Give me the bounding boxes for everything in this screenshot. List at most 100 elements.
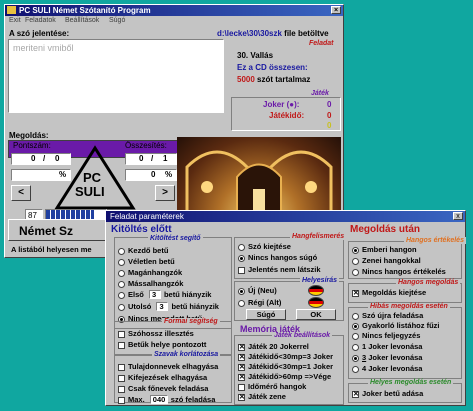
opt-jatekido-30-1[interactable]: ✕ Játékidő<30mp=1 Joker — [238, 362, 333, 371]
menu-sugo[interactable]: Súgó — [109, 17, 125, 24]
dialog-close-button[interactable]: x — [453, 212, 463, 220]
checkbox-icon[interactable] — [118, 330, 125, 338]
radio-selected-icon[interactable] — [352, 322, 359, 330]
radio-icon[interactable] — [352, 257, 359, 265]
checkbox-icon[interactable] — [118, 374, 125, 382]
radio-icon[interactable] — [352, 332, 359, 340]
jatekido-label: Játékidő: — [269, 111, 305, 120]
checkbox-icon[interactable] — [118, 363, 125, 371]
opt-regi-alt[interactable]: Régi (Alt) — [238, 298, 281, 307]
opt-utolso[interactable]: Utolsó 3 betű hiányzik — [118, 302, 219, 311]
prev-button[interactable]: < — [11, 185, 31, 201]
checkbox-icon[interactable] — [118, 385, 125, 393]
opt-label: Mássalhangzók — [128, 279, 184, 288]
opt-veletlen-betu[interactable]: Véletlen betű — [118, 257, 175, 266]
checkbox-icon[interactable] — [118, 341, 125, 349]
opt-szohossz[interactable]: Szóhossz illesztés — [118, 329, 194, 338]
opt-massalhangzok[interactable]: Mássalhangzók — [118, 279, 183, 288]
opt-nincs-feljegyzes[interactable]: Nincs feljegyzés — [352, 331, 420, 340]
opt-label: Kezdő betű — [128, 246, 169, 255]
opt-joker-3[interactable]: 3 Joker levonása — [352, 353, 422, 362]
radio-icon[interactable] — [238, 243, 245, 251]
checkbox-checked-icon[interactable]: ✕ — [238, 373, 245, 381]
radio-selected-icon[interactable] — [238, 254, 245, 262]
opt-nincs-hangos-sugo[interactable]: Nincs hangos súgó — [238, 253, 317, 262]
meaning-field[interactable]: meriteni vmiből — [8, 39, 224, 113]
radio-icon[interactable] — [238, 299, 245, 307]
checkbox-icon[interactable] — [238, 383, 245, 391]
opt-emberi-hangon[interactable]: Emberi hangon — [352, 245, 417, 254]
radio-icon[interactable] — [118, 303, 125, 311]
radio-icon[interactable] — [352, 365, 359, 373]
joker-label: Joker (●): — [263, 100, 300, 109]
radio-selected-icon[interactable] — [352, 354, 359, 362]
checkbox-checked-icon[interactable]: ✕ — [238, 363, 245, 371]
opt-max[interactable]: Max. 040 szó feladása — [118, 395, 215, 404]
main-titlebar: PC SULI Német Szótanító Program × — [5, 5, 343, 16]
radio-selected-icon[interactable] — [238, 287, 245, 295]
checkbox-checked-icon[interactable]: ✕ — [238, 343, 245, 351]
opt-csak-fonevek[interactable]: Csak főnevek feladása — [118, 384, 208, 393]
joker-num: 1 — [362, 342, 367, 351]
opt-suffix: szó feladása — [170, 395, 216, 404]
checkbox-checked-icon[interactable]: ✕ — [238, 353, 245, 361]
radio-icon[interactable] — [118, 247, 125, 255]
opt-elso[interactable]: Első 3 betű hiányzik — [118, 290, 211, 299]
opt-kifejezesek[interactable]: Kifejezések elhagyása — [118, 373, 207, 382]
col3-heading: Megoldás után — [350, 224, 421, 235]
menu-beallitasok[interactable]: Beállítások — [65, 17, 99, 24]
opt-szo-kiejtese[interactable]: Szó kiejtése — [238, 242, 291, 251]
radio-icon[interactable] — [118, 280, 125, 288]
checkbox-icon[interactable] — [238, 266, 245, 274]
menu-feladatok[interactable]: Feladatok — [25, 17, 56, 24]
radio-icon[interactable] — [118, 269, 125, 277]
radio-icon[interactable] — [352, 343, 359, 351]
opt-maganhangzok[interactable]: Magánhangzók — [118, 268, 182, 277]
opt-megoldas-kiejtese[interactable]: ✕ Megoldás kiejtése — [352, 288, 426, 297]
joker-value: 0 — [327, 100, 332, 109]
menu-exit[interactable]: Exit — [9, 17, 21, 24]
main-close-button[interactable]: × — [331, 6, 341, 14]
opt-label: Joker betű adása — [362, 389, 424, 398]
opt-jatekido-30-3[interactable]: ✕ Játékidő<30mp=3 Joker — [238, 352, 333, 361]
opt-joker-4[interactable]: 4 Joker levonása — [352, 364, 422, 373]
opt-jatek-zene[interactable]: ✕ Játék zene — [238, 392, 286, 401]
word-count: 5000 — [237, 75, 255, 84]
utolso-input[interactable]: 3 — [156, 302, 169, 311]
formai-heading: Formai segítség — [162, 318, 220, 325]
ok-button[interactable]: OK — [296, 309, 336, 320]
opt-gyakorlo-lista[interactable]: Gyakorló listához fűzi — [352, 321, 440, 330]
opt-label: Nincs hangos súgó — [248, 253, 318, 262]
radio-icon[interactable] — [118, 291, 125, 299]
checkbox-checked-icon[interactable]: ✕ — [352, 289, 359, 297]
opt-zenei-hangokkal[interactable]: Zenei hangokkal — [352, 256, 421, 265]
opt-jatek-20-joker[interactable]: ✕ Játék 20 Jokerrel — [238, 342, 309, 351]
opt-betuk-helye[interactable]: Betűk helye pontozott — [118, 340, 206, 349]
opt-label: Utolsó — [128, 302, 152, 311]
radio-icon[interactable] — [118, 258, 125, 266]
radio-icon[interactable] — [352, 268, 359, 276]
next-button[interactable]: > — [155, 185, 175, 201]
opt-jatekido-60[interactable]: ✕ Játékidő>60mp =>Vége — [238, 372, 331, 381]
checkbox-checked-icon[interactable]: ✕ — [352, 390, 359, 398]
opt-kezdo-betu[interactable]: Kezdő betű — [118, 246, 168, 255]
file-path-suffix: file betöltve — [284, 29, 329, 38]
opt-label: Nincs hangos értékelés — [362, 267, 446, 276]
elso-input[interactable]: 3 — [148, 290, 161, 299]
opt-nincs-hangos-ertekeles[interactable]: Nincs hangos értékelés — [352, 267, 446, 276]
opt-tulajdonnevek[interactable]: Tulajdonnevek elhagyása — [118, 362, 218, 371]
opt-joker-1[interactable]: 1 Joker levonása — [352, 342, 422, 351]
opt-szo-ujra[interactable]: Szó újra feladása — [352, 311, 423, 320]
opt-idomero-hangok[interactable]: Időmérő hangok — [238, 382, 306, 391]
sugo-button[interactable]: Súgó — [246, 309, 286, 320]
max-input[interactable]: 040 — [149, 395, 168, 404]
jatek-tag: Játék — [311, 90, 329, 97]
opt-jelentes-nem-latszik[interactable]: Jelentés nem látszik — [238, 265, 321, 274]
checkbox-checked-icon[interactable]: ✕ — [238, 393, 245, 401]
opt-joker-betu[interactable]: ✕ Joker betű adása — [352, 389, 423, 398]
checkbox-icon[interactable] — [118, 396, 125, 404]
radio-selected-icon[interactable] — [352, 246, 359, 254]
opt-uj-neu[interactable]: Új (Neu) — [238, 286, 277, 295]
hangos-ertekeles-heading: Hangos értékelés — [404, 237, 466, 244]
radio-icon[interactable] — [352, 312, 359, 320]
